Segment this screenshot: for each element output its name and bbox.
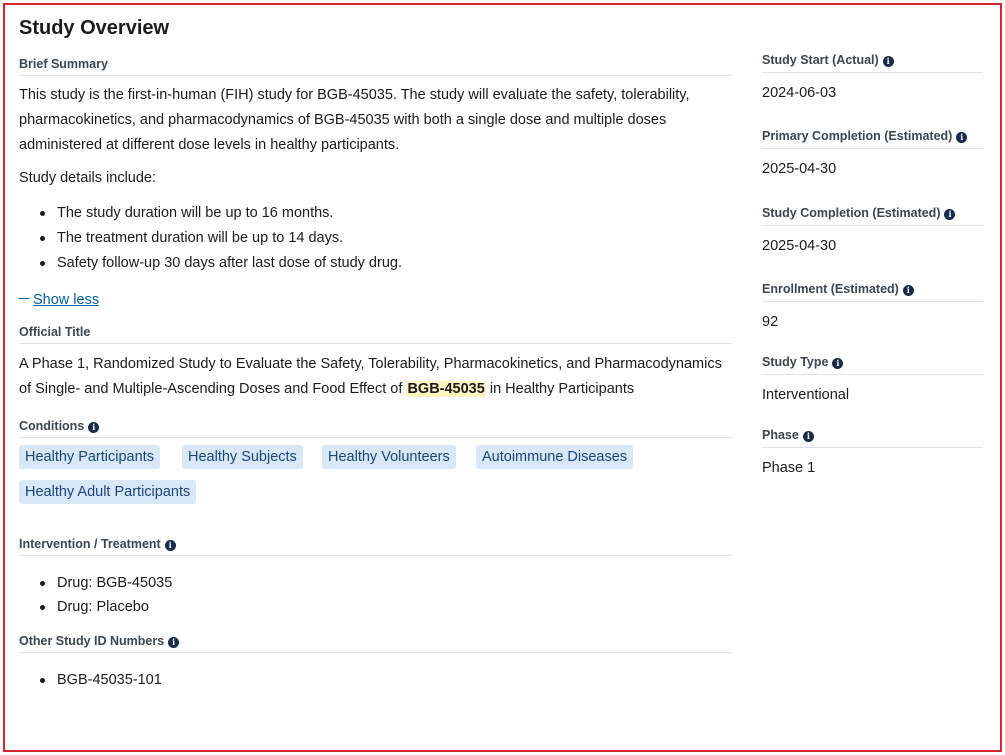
study-start-label-text: Study Start (Actual) xyxy=(762,53,879,67)
details-intro: Study details include: xyxy=(19,170,157,186)
list-item: Drug: Placebo xyxy=(19,595,732,619)
other-ids-list: BGB-45035-101 xyxy=(19,668,732,693)
brief-summary-label: Brief Summary xyxy=(19,57,732,76)
conditions-list: Healthy Participants Healthy Subjects He… xyxy=(19,445,732,515)
phase-value: Phase 1 xyxy=(762,460,816,476)
enrollment-block: Enrollment (Estimated) i 92 xyxy=(762,282,983,330)
study-completion-value: 2025-04-30 xyxy=(762,238,837,254)
condition-chip[interactable]: Healthy Subjects xyxy=(182,445,303,469)
enrollment-label: Enrollment (Estimated) i xyxy=(762,282,983,302)
official-title-after: in Healthy Participants xyxy=(485,381,635,397)
other-ids-label: Other Study ID Numbers i xyxy=(19,634,732,653)
enrollment-label-text: Enrollment (Estimated) xyxy=(762,282,899,296)
info-icon[interactable]: i xyxy=(88,422,100,433)
study-overview-panel: Study Overview Brief Summary This study … xyxy=(3,3,1002,752)
intervention-label: Intervention / Treatment i xyxy=(19,537,732,556)
enrollment-value: 92 xyxy=(762,314,779,330)
info-icon[interactable]: i xyxy=(882,56,894,67)
study-type-value: Interventional xyxy=(762,387,850,403)
phase-block: Phase i Phase 1 xyxy=(762,428,983,476)
study-completion-label-text: Study Completion (Estimated) xyxy=(762,206,941,220)
main-column: Brief Summary This study is the first-in… xyxy=(19,57,732,693)
info-icon[interactable]: i xyxy=(944,209,956,220)
intervention-label-text: Intervention / Treatment xyxy=(19,537,161,551)
conditions-label-text: Conditions xyxy=(19,419,85,433)
info-icon[interactable]: i xyxy=(902,285,914,296)
list-item: Drug: BGB-45035 xyxy=(19,571,732,595)
brief-summary-text: This study is the first-in-human (FIH) s… xyxy=(19,87,690,153)
official-title-text: A Phase 1, Randomized Study to Evaluate … xyxy=(19,352,732,402)
study-start-value: 2024-06-03 xyxy=(762,85,837,101)
study-start-block: Study Start (Actual) i 2024-06-03 xyxy=(762,53,983,101)
page-title: Study Overview xyxy=(19,17,170,39)
show-less-button[interactable]: Show less xyxy=(19,292,732,308)
minus-icon xyxy=(19,298,29,299)
study-completion-block: Study Completion (Estimated) i 2025-04-30 xyxy=(762,206,983,254)
study-type-label: Study Type i xyxy=(762,355,983,375)
info-icon[interactable]: i xyxy=(164,540,176,551)
official-title-label: Official Title xyxy=(19,325,732,344)
other-ids-label-text: Other Study ID Numbers xyxy=(19,634,165,648)
study-completion-label: Study Completion (Estimated) i xyxy=(762,206,983,226)
info-icon[interactable]: i xyxy=(802,431,814,442)
primary-completion-value: 2025-04-30 xyxy=(762,161,837,177)
study-type-label-text: Study Type xyxy=(762,355,829,369)
show-less-label[interactable]: Show less xyxy=(33,292,99,308)
info-icon[interactable]: i xyxy=(168,637,180,648)
primary-completion-label-text: Primary Completion (Estimated) xyxy=(762,129,953,143)
list-item: Safety follow-up 30 days after last dose… xyxy=(19,251,732,276)
list-item: The study duration will be up to 16 mont… xyxy=(19,201,732,226)
intervention-list: Drug: BGB-45035 Drug: Placebo xyxy=(19,571,732,619)
study-start-label: Study Start (Actual) i xyxy=(762,53,983,73)
conditions-label: Conditions i xyxy=(19,419,732,438)
info-icon[interactable]: i xyxy=(832,358,844,369)
phase-label: Phase i xyxy=(762,428,983,448)
highlighted-term: BGB-45035 xyxy=(406,381,486,397)
condition-chip[interactable]: Healthy Adult Participants xyxy=(19,480,197,504)
list-item: The treatment duration will be up to 14 … xyxy=(19,226,732,251)
primary-completion-label: Primary Completion (Estimated) i xyxy=(762,129,983,149)
condition-chip[interactable]: Healthy Participants xyxy=(19,445,160,469)
study-type-block: Study Type i Interventional xyxy=(762,355,983,403)
primary-completion-block: Primary Completion (Estimated) i 2025-04-… xyxy=(762,129,983,177)
list-item: BGB-45035-101 xyxy=(19,668,732,693)
condition-chip[interactable]: Healthy Volunteers xyxy=(322,445,456,469)
phase-label-text: Phase xyxy=(762,428,799,442)
condition-chip[interactable]: Autoimmune Diseases xyxy=(476,445,634,469)
info-icon[interactable]: i xyxy=(956,132,968,143)
details-list: The study duration will be up to 16 mont… xyxy=(19,201,732,276)
